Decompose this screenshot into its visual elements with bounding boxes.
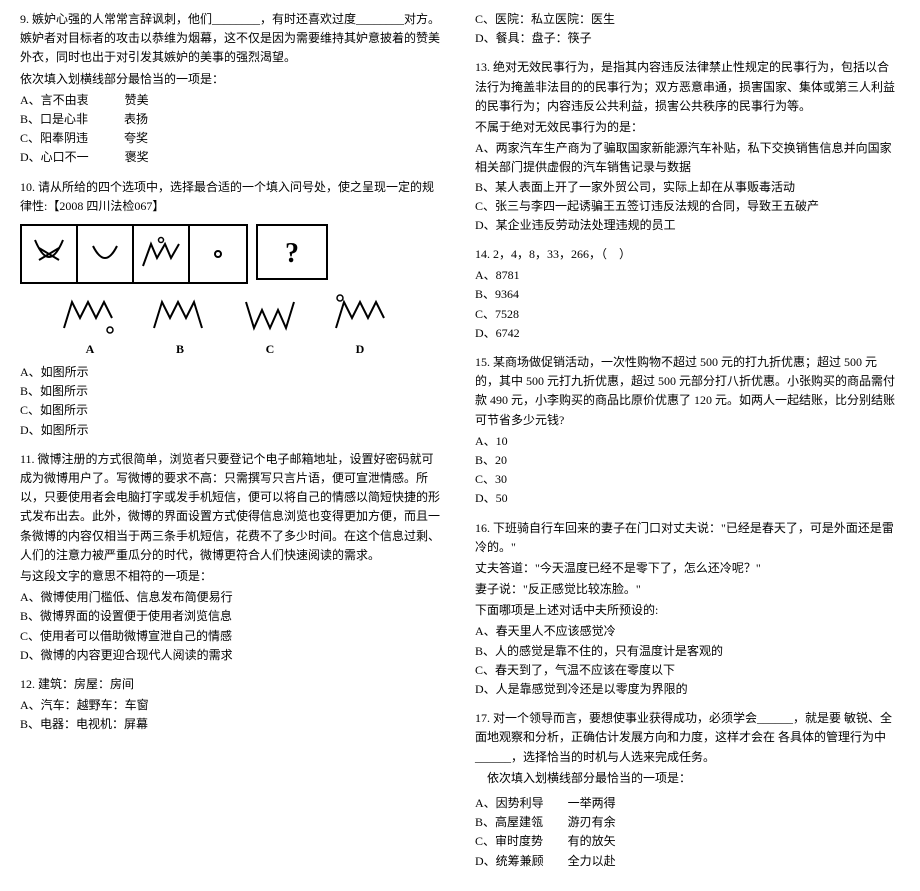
q10-label-c: C (266, 340, 275, 359)
q10-fig-2 (78, 226, 134, 282)
q10-label-d: D (356, 340, 365, 359)
q11-opt-a: A、微博使用门槛低、信息发布简便易行 (20, 588, 445, 607)
q16-line2: 丈夫答道："今天温度已经不是零下了，怎么还冷呢？" (475, 559, 900, 578)
q17-stem: 17. 对一个领导而言，要想使事业获得成功，必须学会______，就是要 敏锐、… (475, 709, 900, 767)
q11-stem2: 与这段文字的意思不相符的一项是： (20, 567, 445, 586)
q10-fig-3 (134, 226, 190, 282)
q14-opt-d: D、6742 (475, 324, 900, 343)
question-11: 11. 微博注册的方式很简单，浏览者只要登记个电子邮箱地址，设置好密码就可成为微… (20, 450, 445, 665)
q13-options: A、两家汽车生产商为了骗取国家新能源汽车补贴，私下交换销售信息并向国家相关部门提… (475, 139, 900, 235)
q16-line4: 下面哪项是上述对话中夫所预设的: (475, 601, 900, 620)
q17-opt-d-1: D、统筹兼顾 (475, 852, 568, 871)
q10-ans-a: A (60, 288, 120, 359)
q14-opt-b: B、9364 (475, 285, 900, 304)
q14-opt-a: A、8781 (475, 266, 900, 285)
q17-options: A、因势利导 一举两得 B、高屋建瓴 游刃有余 C、审时度势 有的放矢 D、统筹… (475, 794, 640, 871)
question-10: 10. 请从所给的四个选项中，选择最合适的一个填入问号处，使之呈现一定的规律性:… (20, 178, 445, 440)
q17-opt-a-1: A、因势利导 (475, 794, 568, 813)
q15-stem: 15. 某商场做促销活动，一次性购物不超过 500 元的打九折优惠；超过 500… (475, 353, 900, 430)
q9-stem2: 依次填入划横线部分最恰当的一项是： (20, 70, 445, 89)
q12-stem: 12. 建筑：房屋：房间 (20, 675, 445, 694)
q10-ans-c: C (240, 288, 300, 359)
q9-opt-b: B、口是心非 表扬 (20, 110, 445, 129)
q10-opt-d: D、如图所示 (20, 421, 445, 440)
question-13: 13. 绝对无效民事行为，是指其内容违反法律禁止性规定的民事行为，包括以合法行为… (475, 58, 900, 235)
q16-line3: 妻子说："反正感觉比较冻脸。" (475, 580, 900, 599)
q12-opt-a: A、汽车：越野车：车窗 (20, 696, 445, 715)
q10-fig-1 (22, 226, 78, 282)
q9-opt-d: D、心口不一 褒奖 (20, 148, 445, 167)
q13-opt-a: A、两家汽车生产商为了骗取国家新能源汽车补贴，私下交换销售信息并向国家相关部门提… (475, 139, 900, 177)
q14-opt-c: C、7528 (475, 305, 900, 324)
q11-stem: 11. 微博注册的方式很简单，浏览者只要登记个电子邮箱地址，设置好密码就可成为微… (20, 450, 445, 565)
question-15: 15. 某商场做促销活动，一次性购物不超过 500 元的打九折优惠；超过 500… (475, 353, 900, 509)
q10-figure-row: ? (20, 224, 445, 284)
q12-opt-c: C、医院：私立医院：医生 (475, 10, 900, 29)
q9-stem: 9. 嫉妒心强的人常常言辞讽刺，他们________，有时还喜欢过度______… (20, 10, 445, 68)
q10-fig-question: ? (256, 224, 328, 280)
q15-opt-b: B、20 (475, 451, 900, 470)
q15-opt-c: C、30 (475, 470, 900, 489)
q16-line1: 16. 下班骑自行车回来的妻子在门口对丈夫说："已经是春天了，可是外面还是雷冷的… (475, 519, 900, 557)
q16-opt-d: D、人是靠感觉到冷还是以零度为界限的 (475, 680, 900, 699)
question-14: 14. 2，4，8，33，266，（ ） A、8781 B、9364 C、752… (475, 245, 900, 343)
q13-opt-c: C、张三与李四一起诱骗王五签订违反法规的合同，导致王五破产 (475, 197, 900, 216)
q10-opt-b: B、如图所示 (20, 382, 445, 401)
right-column: C、医院：私立医院：医生 D、餐具：盘子：筷子 13. 绝对无效民事行为，是指其… (475, 10, 900, 881)
q17-opt-c-1: C、审时度势 (475, 832, 568, 851)
q10-given-group (20, 224, 248, 284)
q9-opt-a: A、言不由衷 赞美 (20, 91, 445, 110)
q11-opt-b: B、微博界面的设置便于使用者浏览信息 (20, 607, 445, 626)
q13-opt-b: B、某人表面上开了一家外贸公司，实际上却在从事贩毒活动 (475, 178, 900, 197)
q10-opt-c: C、如图所示 (20, 401, 445, 420)
q15-opt-d: D、50 (475, 489, 900, 508)
question-17: 17. 对一个领导而言，要想使事业获得成功，必须学会______，就是要 敏锐、… (475, 709, 900, 871)
q14-options: A、8781 B、9364 C、7528 D、6742 (475, 266, 900, 343)
q12-extra-options: C、医院：私立医院：医生 D、餐具：盘子：筷子 (475, 10, 900, 48)
q10-opt-a: A、如图所示 (20, 363, 445, 382)
q16-opt-b: B、人的感觉是靠不住的，只有温度计是客观的 (475, 642, 900, 661)
q17-opt-d-2: 全力以赴 (568, 852, 640, 871)
question-16: 16. 下班骑自行车回来的妻子在门口对丈夫说："已经是春天了，可是外面还是雷冷的… (475, 519, 900, 700)
q13-stem2: 不属于绝对无效民事行为的是： (475, 118, 900, 137)
q17-opt-b-2: 游刃有余 (568, 813, 640, 832)
q11-opt-c: C、使用者可以借助微博宣泄自己的情感 (20, 627, 445, 646)
svg-text:?: ? (285, 238, 299, 269)
question-9: 9. 嫉妒心强的人常常言辞讽刺，他们________，有时还喜欢过度______… (20, 10, 445, 168)
q10-label-a: A (86, 340, 95, 359)
q10-label-b: B (176, 340, 184, 359)
q14-stem: 14. 2，4，8，33，266，（ ） (475, 245, 900, 264)
q11-opt-d: D、微博的内容更迎合现代人阅读的需求 (20, 646, 445, 665)
q17-opt-c-2: 有的放矢 (568, 832, 640, 851)
q9-options: A、言不由衷 赞美 B、口是心非 表扬 C、阳奉阴违 夸奖 D、心口不一 褒奖 (20, 91, 445, 168)
q17-stem2: 依次填入划横线部分最恰当的一项是： (475, 769, 900, 788)
q12-options: A、汽车：越野车：车窗 B、电器：电视机：屏幕 (20, 696, 445, 734)
left-column: 9. 嫉妒心强的人常常言辞讽刺，他们________，有时还喜欢过度______… (20, 10, 445, 881)
q16-options: A、春天里人不应该感觉冷 B、人的感觉是靠不住的，只有温度计是客观的 C、春天到… (475, 622, 900, 699)
q10-fig-4 (190, 226, 246, 282)
q13-opt-d: D、某企业违反劳动法处理违规的员工 (475, 216, 900, 235)
q13-stem: 13. 绝对无效民事行为，是指其内容违反法律禁止性规定的民事行为，包括以合法行为… (475, 58, 900, 116)
q17-opt-b-1: B、高屋建瓴 (475, 813, 568, 832)
q12-opt-b: B、电器：电视机：屏幕 (20, 715, 445, 734)
q16-opt-a: A、春天里人不应该感觉冷 (475, 622, 900, 641)
q16-opt-c: C、春天到了，气温不应该在零度以下 (475, 661, 900, 680)
q15-options: A、10 B、20 C、30 D、50 (475, 432, 900, 509)
q10-ans-b: B (150, 288, 210, 359)
question-12: 12. 建筑：房屋：房间 A、汽车：越野车：车窗 B、电器：电视机：屏幕 (20, 675, 445, 735)
q12-opt-d: D、餐具：盘子：筷子 (475, 29, 900, 48)
q9-opt-c: C、阳奉阴违 夸奖 (20, 129, 445, 148)
q15-opt-a: A、10 (475, 432, 900, 451)
q11-options: A、微博使用门槛低、信息发布简便易行 B、微博界面的设置便于使用者浏览信息 C、… (20, 588, 445, 665)
q10-ans-d: D (330, 288, 390, 359)
q10-answer-row: A B C D (60, 288, 445, 359)
q10-stem: 10. 请从所给的四个选项中，选择最合适的一个填入问号处，使之呈现一定的规律性:… (20, 178, 445, 216)
q10-options: A、如图所示 B、如图所示 C、如图所示 D、如图所示 (20, 363, 445, 440)
q17-opt-a-2: 一举两得 (568, 794, 640, 813)
